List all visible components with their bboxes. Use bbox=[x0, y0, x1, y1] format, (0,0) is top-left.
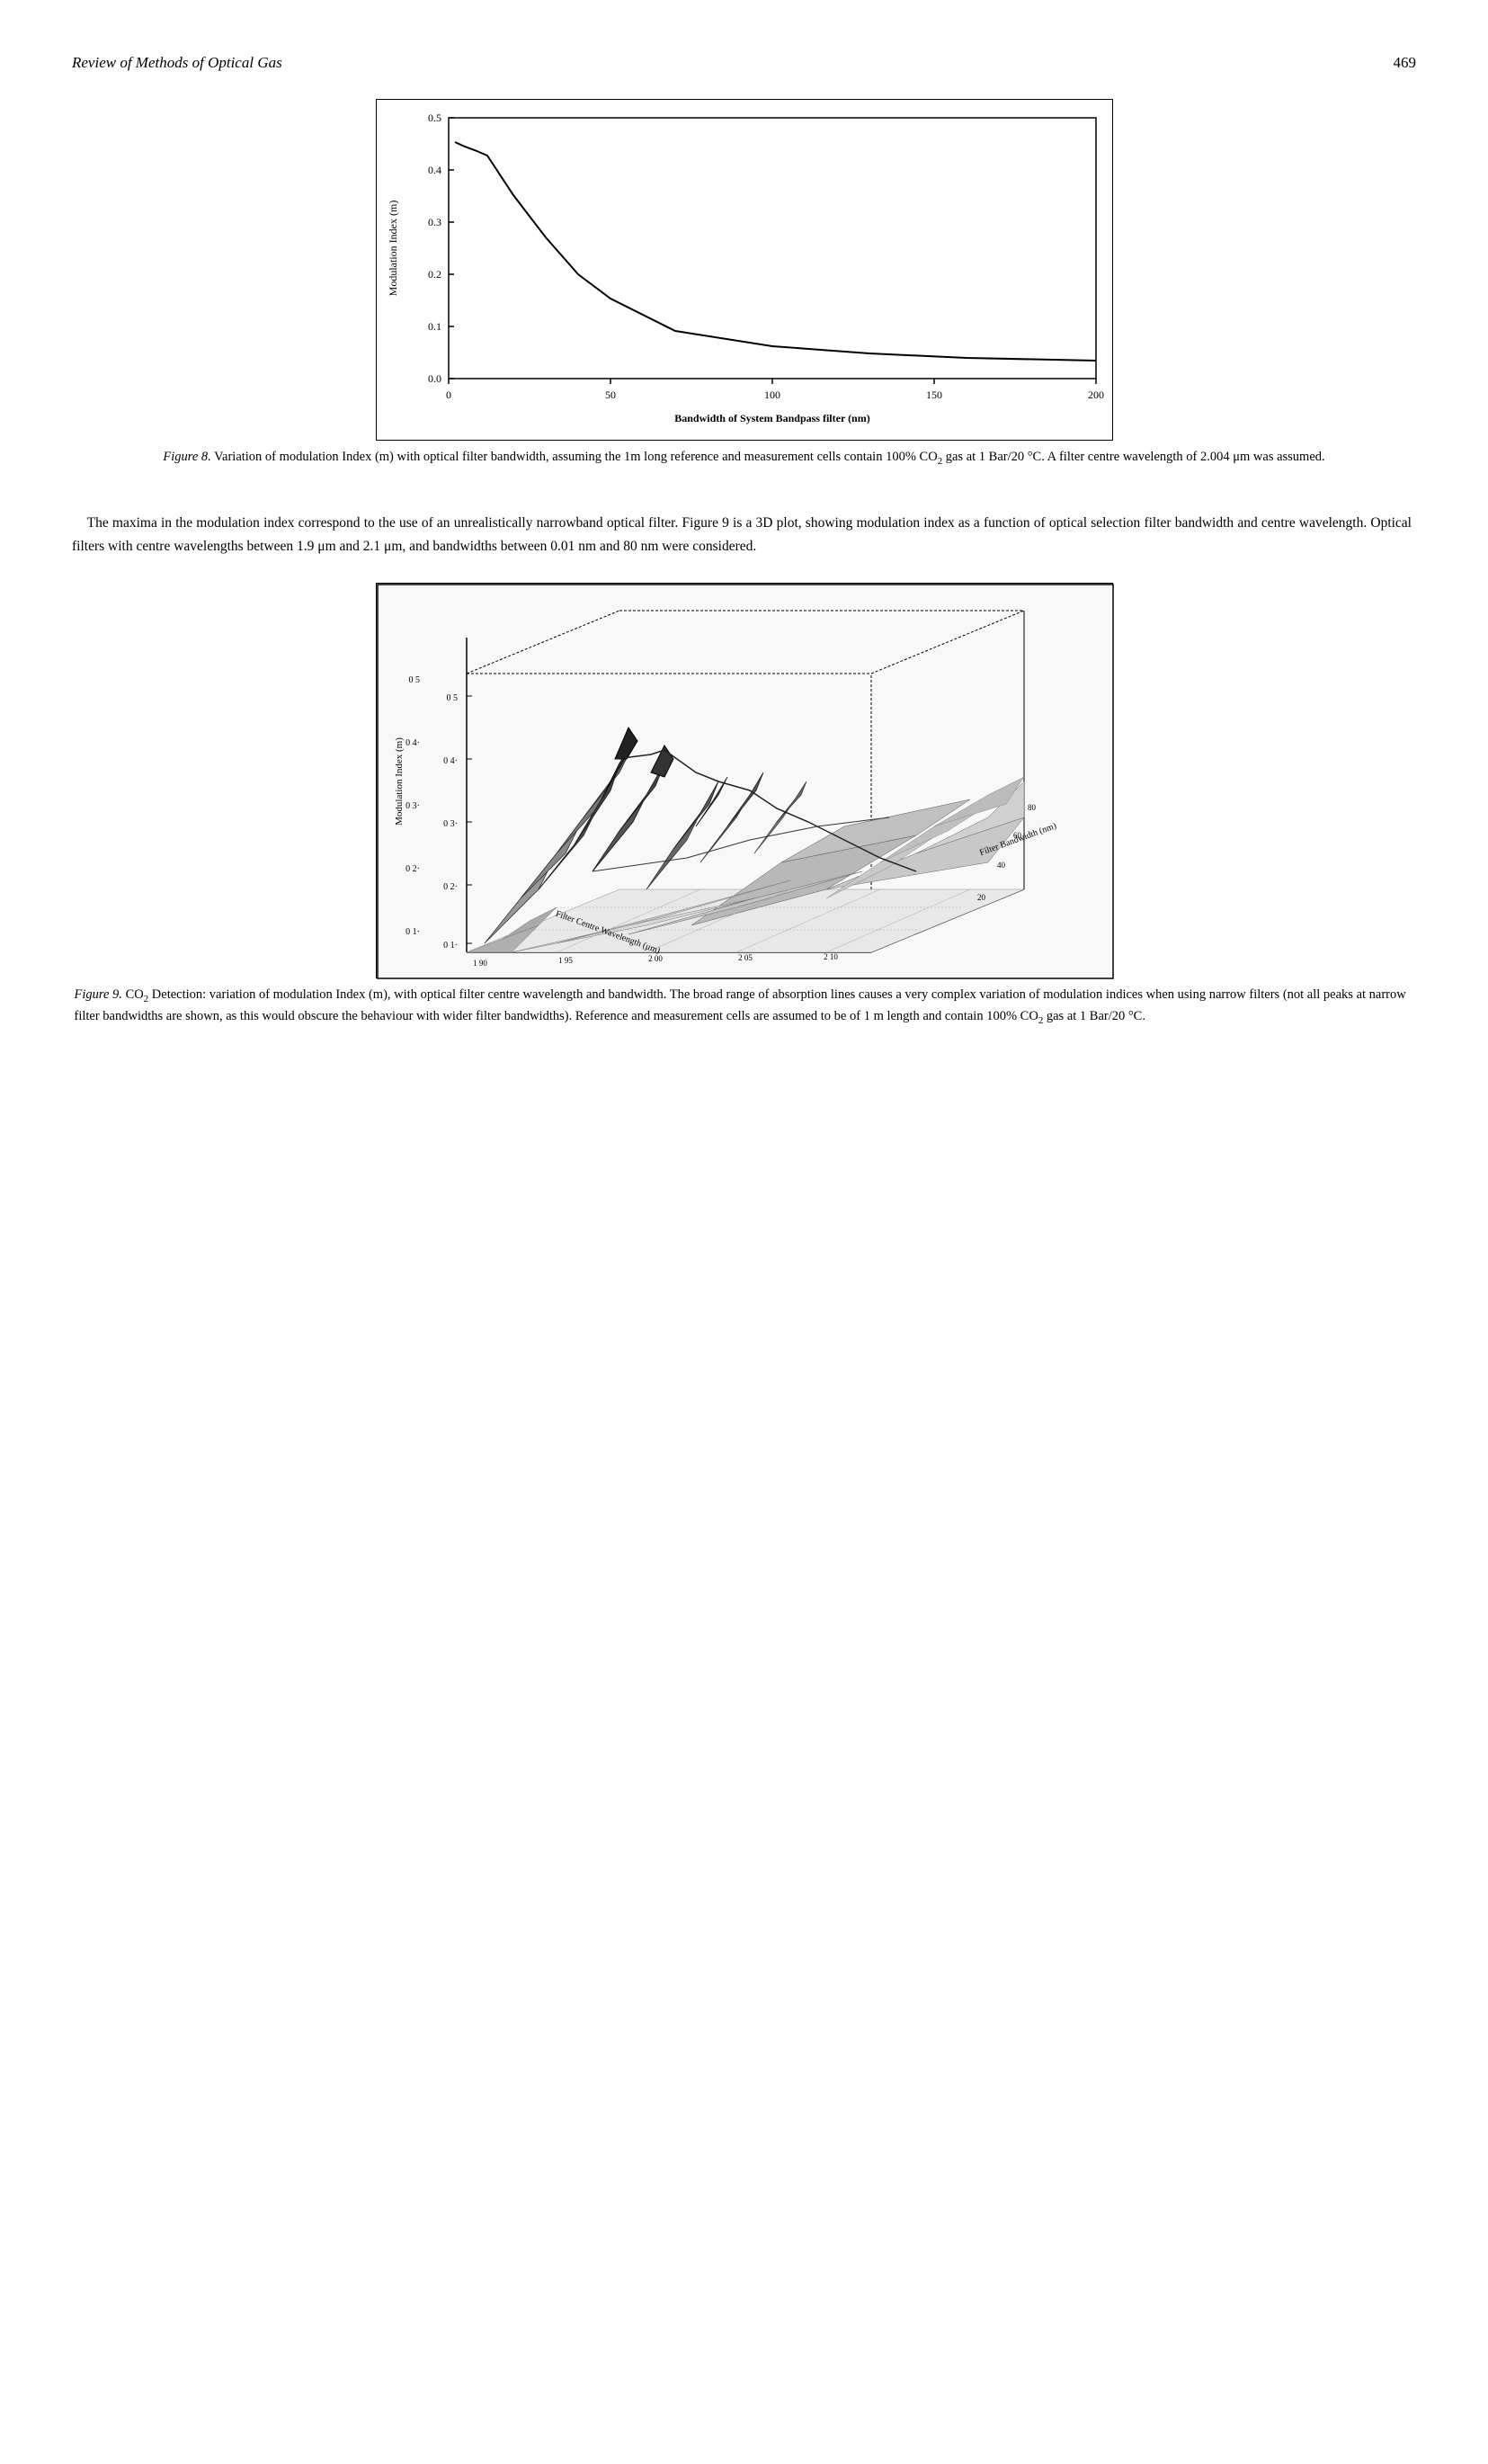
svg-text:0.1: 0.1 bbox=[428, 320, 441, 333]
svg-text:0 5: 0 5 bbox=[446, 693, 458, 703]
svg-text:Modulation Index (m): Modulation Index (m) bbox=[387, 201, 399, 297]
svg-text:0: 0 bbox=[446, 388, 451, 401]
svg-text:50: 50 bbox=[605, 388, 616, 401]
svg-text:1 90: 1 90 bbox=[473, 959, 487, 968]
svg-text:80: 80 bbox=[1028, 803, 1037, 812]
page-title: Review of Methods of Optical Gas bbox=[72, 54, 282, 72]
svg-text:0.4: 0.4 bbox=[428, 164, 441, 176]
svg-text:100: 100 bbox=[764, 388, 780, 401]
svg-text:0 3·: 0 3· bbox=[443, 819, 458, 829]
svg-text:0 2·: 0 2· bbox=[443, 882, 458, 892]
svg-text:1 95: 1 95 bbox=[558, 956, 573, 965]
svg-text:2 10: 2 10 bbox=[824, 952, 838, 961]
svg-text:2 00: 2 00 bbox=[648, 954, 663, 963]
figure9-svg: Modulation Index (m) 0 1· 0 2· 0 3· 0 4·… bbox=[377, 584, 1114, 979]
svg-text:0 3·: 0 3· bbox=[405, 801, 420, 811]
svg-text:60: 60 bbox=[1013, 831, 1022, 840]
figure8-chart: 0.0 0.1 0.2 0.3 0.4 0.5 Modulation Index… bbox=[376, 99, 1113, 441]
figure8-svg: 0.0 0.1 0.2 0.3 0.4 0.5 Modulation Index… bbox=[377, 100, 1114, 442]
svg-text:200: 200 bbox=[1088, 388, 1104, 401]
page-number: 469 bbox=[1394, 54, 1417, 72]
svg-text:0 2·: 0 2· bbox=[405, 864, 420, 874]
svg-text:0.2: 0.2 bbox=[428, 268, 441, 281]
figure9-caption-text: CO2 Detection: variation of modulation I… bbox=[75, 987, 1406, 1022]
svg-text:0.0: 0.0 bbox=[428, 372, 441, 385]
svg-text:0 1·: 0 1· bbox=[443, 941, 458, 951]
svg-text:20: 20 bbox=[977, 893, 986, 902]
svg-text:Modulation Index (m): Modulation Index (m) bbox=[394, 737, 405, 826]
svg-text:40: 40 bbox=[997, 861, 1006, 870]
figure9-caption: Figure 9. CO2 Detection: variation of mo… bbox=[75, 986, 1414, 1027]
figure9-caption-bold: Figure 9. bbox=[75, 987, 122, 1002]
figure8-caption-bold: Figure 8. bbox=[163, 450, 210, 464]
svg-text:0 5: 0 5 bbox=[408, 675, 420, 685]
body-paragraph-text: The maxima in the modulation index corre… bbox=[72, 515, 1412, 554]
figure8-caption-text: Variation of modulation Index (m) with o… bbox=[214, 450, 1325, 464]
svg-text:0.5: 0.5 bbox=[428, 112, 441, 124]
svg-text:150: 150 bbox=[926, 388, 942, 401]
svg-text:Bandwidth of System Bandpass f: Bandwidth of System Bandpass filter (nm) bbox=[674, 412, 869, 424]
svg-text:0 1·: 0 1· bbox=[405, 927, 420, 937]
body-paragraph: The maxima in the modulation index corre… bbox=[72, 512, 1412, 558]
page-header: Review of Methods of Optical Gas 469 bbox=[72, 54, 1416, 72]
figure9-container: Modulation Index (m) 0 1· 0 2· 0 3· 0 4·… bbox=[72, 583, 1416, 1052]
figure8-container: 0.0 0.1 0.2 0.3 0.4 0.5 Modulation Index… bbox=[72, 99, 1416, 494]
svg-text:0 4·: 0 4· bbox=[405, 738, 420, 748]
svg-text:0 4·: 0 4· bbox=[443, 756, 458, 766]
figure9-chart: Modulation Index (m) 0 1· 0 2· 0 3· 0 4·… bbox=[376, 583, 1113, 978]
svg-text:2 05: 2 05 bbox=[738, 953, 753, 962]
figure8-caption: Figure 8. Variation of modulation Index … bbox=[163, 448, 1324, 469]
svg-text:0.3: 0.3 bbox=[428, 216, 441, 228]
